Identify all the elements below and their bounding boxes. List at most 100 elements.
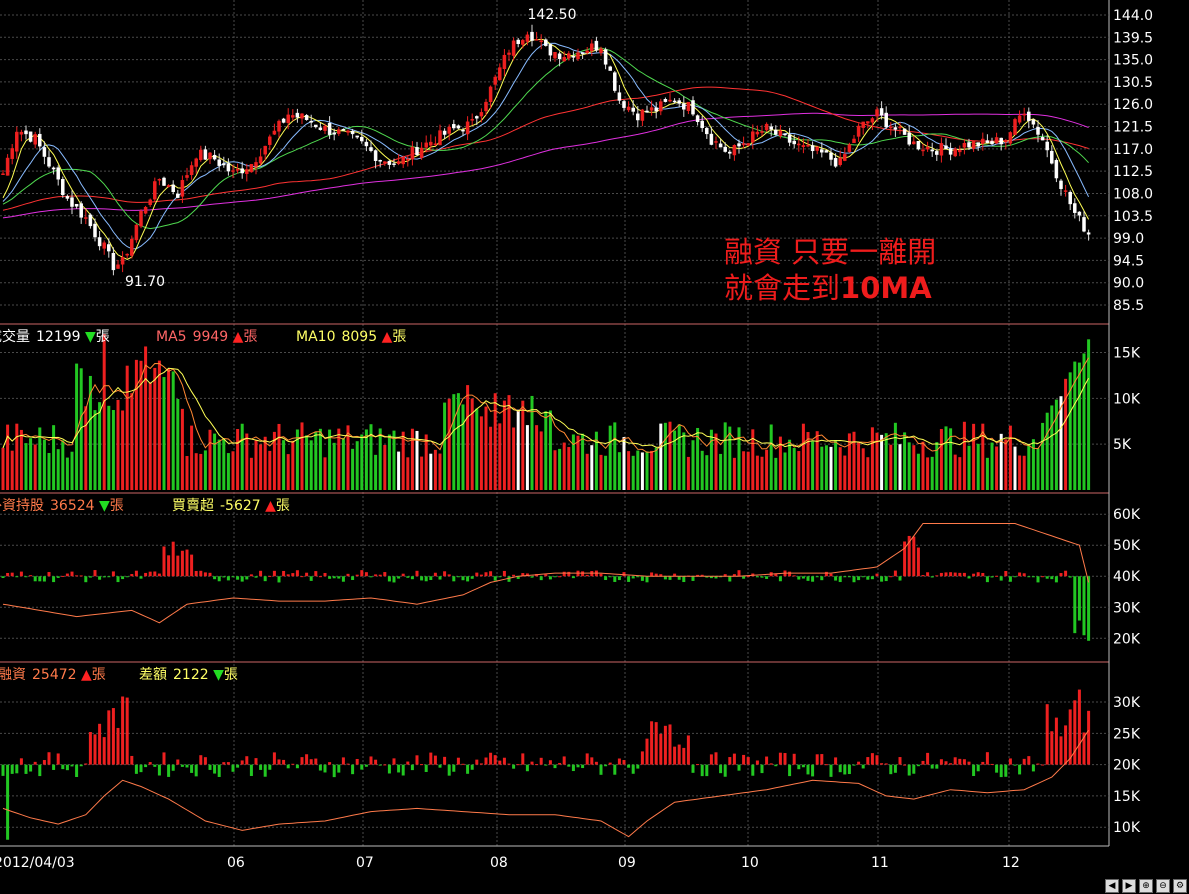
volume-bar [148, 382, 152, 490]
volume-bar [525, 425, 529, 490]
margin-diff-bar [788, 764, 792, 777]
volume-bar [622, 437, 626, 490]
margin-diff-bar [755, 760, 759, 765]
volume-bar [958, 457, 962, 490]
margin-diff-bar [521, 753, 525, 765]
volume-bar [498, 423, 502, 490]
volume-bar [1, 447, 5, 490]
foreign-net-bar [433, 572, 437, 577]
candle-body [153, 181, 157, 200]
volume-bar [774, 457, 778, 490]
price-tick-label: 85.5 [1113, 298, 1144, 314]
volume-bar [866, 457, 870, 490]
volume-bar [1004, 439, 1008, 490]
volume-bar [157, 360, 161, 490]
scroll-left-icon[interactable]: ◀ [1105, 879, 1119, 893]
margin-diff-bar [811, 764, 815, 777]
candle-body [626, 106, 631, 111]
foreign-net-bar [838, 576, 842, 583]
foreign-net-bar [24, 576, 28, 578]
margin-diff-bar [548, 760, 552, 765]
margin-diff-bar [332, 764, 336, 778]
volume-bar [585, 453, 589, 490]
foreign-net-bar [824, 571, 828, 577]
foreign-net-bar [263, 576, 267, 582]
time-tick-label: 08 [490, 855, 508, 871]
foreign-net-bar [125, 576, 129, 578]
scroll-right-icon[interactable]: ▶ [1122, 879, 1136, 893]
margin-diff-bar [199, 755, 203, 765]
foreign-net-bar [1045, 576, 1049, 579]
margin-diff-bar [443, 756, 447, 765]
candle-body [493, 76, 497, 85]
settings-icon[interactable]: ⚙ [1173, 879, 1187, 893]
candle-body [695, 115, 700, 123]
foreign-net-bar [962, 572, 966, 577]
volume-bar [801, 423, 805, 490]
volume-bar [199, 453, 203, 490]
zoom-icon[interactable]: ⊕ [1139, 879, 1153, 893]
volume-bar [765, 449, 769, 490]
margin-diff-bar [801, 764, 805, 768]
margin-diff-bar [723, 764, 727, 777]
margin-diff-bar [38, 764, 42, 777]
volume-bar [305, 435, 309, 490]
margin-diff-bar [512, 764, 516, 769]
foreign-net-bar [346, 573, 350, 577]
volume-bar [999, 433, 1003, 490]
candle-body [511, 40, 516, 56]
candle-body [976, 142, 980, 147]
candle-body [939, 143, 944, 156]
foreign-net-bar [268, 575, 272, 577]
margin-diff-bar [838, 764, 842, 773]
volume-bar [972, 423, 976, 490]
candle-body [879, 108, 884, 116]
candle-body [447, 126, 451, 134]
margin-legend: 融資 25472 ▲張 [0, 667, 106, 683]
margin-diff-bar [875, 755, 879, 765]
foreign-net-bar [75, 575, 79, 577]
ma120-line [2, 112, 1089, 219]
foreign-net-bar [889, 576, 893, 578]
candle-body [383, 161, 387, 163]
volume-bar [1045, 412, 1049, 490]
candle-body [341, 129, 346, 131]
margin-diff-bar [1027, 756, 1031, 765]
volume-bar [1050, 405, 1054, 490]
volume-bar [990, 442, 994, 490]
foreign-net-bar [194, 570, 198, 577]
candle-body [1013, 119, 1017, 135]
candle-body [833, 158, 838, 167]
volume-bar [217, 439, 221, 490]
margin-diff-bar [420, 764, 424, 766]
zoom-out-icon[interactable]: ⊖ [1156, 879, 1170, 893]
volume-bar [576, 435, 580, 490]
foreign-net-bar [1008, 576, 1012, 582]
volume-bar [1031, 439, 1035, 490]
margin-diff-bar [829, 764, 833, 777]
candle-body [111, 253, 116, 271]
margin-diff-bar [654, 722, 658, 765]
candle-body [769, 126, 773, 130]
volume-bar [6, 424, 10, 490]
foreign-net-bar [617, 576, 621, 581]
volume-bar [903, 432, 907, 490]
volume-bar [1018, 455, 1022, 490]
candle-body [935, 151, 939, 155]
candle-body [902, 128, 907, 135]
candle-body [723, 146, 727, 152]
foreign-net-bar [332, 576, 336, 579]
foreign-net-bar [259, 570, 263, 577]
candle-body [985, 140, 990, 143]
margin-diff-bar [1077, 689, 1081, 765]
margin-diff-bar [461, 763, 465, 765]
margin-diff-bar [479, 763, 483, 765]
volume-bar [548, 410, 552, 490]
foreign-net-bar [236, 576, 240, 580]
foreign-net-bar [884, 576, 888, 582]
foreign-net-bar [383, 572, 387, 577]
margin-diff-bar [341, 757, 345, 765]
margin-diff-bar [742, 754, 746, 765]
volume-bar [125, 365, 129, 490]
margin-diff-bar [10, 764, 14, 774]
